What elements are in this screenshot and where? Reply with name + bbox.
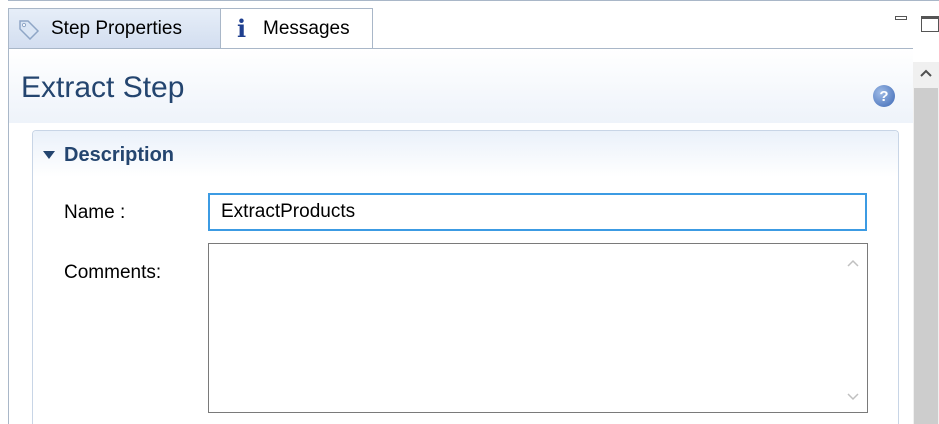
form-header: Extract Step ? (9, 49, 913, 123)
view-tab-bar: Step Properties i Messages (0, 0, 939, 50)
page-title: Extract Step (21, 71, 185, 104)
help-icon[interactable]: ? (873, 85, 895, 107)
section-title: Description (64, 144, 175, 166)
panel-scroll-up-icon[interactable] (919, 68, 933, 78)
comments-label: Comments: (64, 262, 162, 283)
tab-messages[interactable]: i Messages (221, 8, 373, 48)
expand-triangle-icon[interactable] (43, 151, 55, 159)
panel-scroll-thumb[interactable] (914, 88, 938, 424)
tab-messages-label: Messages (263, 17, 350, 39)
info-icon: i (237, 13, 247, 43)
comments-input[interactable] (209, 244, 839, 412)
description-section-header[interactable]: Description (33, 131, 898, 177)
tab-step-properties[interactable]: Step Properties (8, 8, 221, 48)
minimize-icon[interactable] (895, 16, 907, 20)
scroll-up-icon[interactable] (846, 258, 860, 268)
panel-scrollbar[interactable] (913, 62, 939, 424)
tag-icon (17, 18, 41, 40)
comments-scrollbar[interactable] (839, 244, 867, 412)
tab-bar-border (8, 0, 939, 1)
tab-step-properties-label: Step Properties (51, 17, 182, 39)
comments-textarea[interactable] (208, 243, 868, 413)
name-label: Name : (64, 202, 126, 223)
name-input[interactable] (208, 193, 867, 231)
maximize-icon[interactable] (921, 16, 939, 32)
scroll-down-icon[interactable] (846, 392, 860, 402)
